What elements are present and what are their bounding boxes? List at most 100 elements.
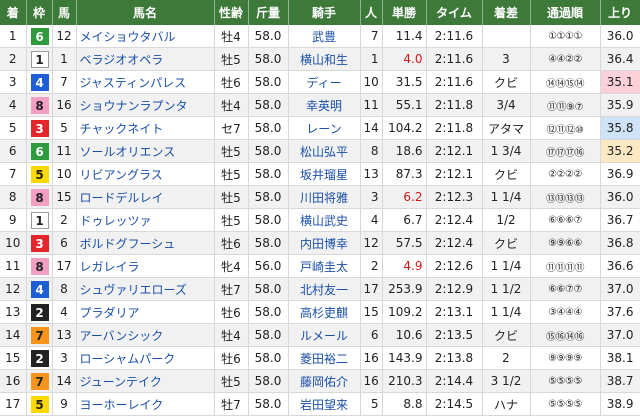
finish-cell: 13 <box>0 300 27 324</box>
header-passing[interactable]: 通過順 <box>530 0 601 25</box>
table-row: 2 1 1 ベラジオオペラ 牡5 58.0 横山和生 1 4.0 2:11.6 3 ④④②② 36.4 <box>0 47 640 71</box>
horse-name-link[interactable]: リビアングラス <box>76 162 215 186</box>
time-cell: 2:11.6 <box>426 47 483 71</box>
horse-name-link[interactable]: ヨーホーレイク <box>76 392 215 416</box>
header-weight[interactable]: 斤量 <box>248 0 289 25</box>
weight-cell: 58.0 <box>248 139 289 163</box>
last3f-cell: 36.4 <box>600 47 640 71</box>
jockey-name-link[interactable]: 武豊 <box>288 25 361 48</box>
horse-number-cell: 5 <box>52 116 77 140</box>
popularity-cell: 6 <box>360 323 383 347</box>
horse-name-link[interactable]: ジャスティンパレス <box>76 70 215 94</box>
horse-name-link[interactable]: チャックネイト <box>76 116 215 140</box>
odds-cell: 143.9 <box>382 346 427 370</box>
header-sex-age[interactable]: 性齢 <box>214 0 249 25</box>
time-cell: 2:12.4 <box>426 231 483 255</box>
jockey-name-link[interactable]: 菱田裕二 <box>288 346 361 370</box>
time-cell: 2:12.3 <box>426 185 483 209</box>
header-finish[interactable]: 着 <box>0 0 27 25</box>
last3f-cell: 36.6 <box>600 254 640 278</box>
table-row: 15 2 3 ローシャムパーク 牡6 58.0 菱田裕二 16 143.9 2:13.8 2 ⑨⑨⑨⑨… <box>0 346 640 370</box>
frame-badge: 8 <box>30 188 49 206</box>
popularity-cell: 16 <box>360 346 383 370</box>
jockey-name-link[interactable]: 横山和生 <box>288 47 361 71</box>
weight-cell: 58.0 <box>248 116 289 140</box>
sex-age-cell: 牡4 <box>214 323 249 347</box>
horse-name-link[interactable]: ジューンテイク <box>76 369 215 393</box>
jockey-name-link[interactable]: 横山武史 <box>288 208 361 232</box>
jockey-name-link[interactable]: 高杉吏麒 <box>288 300 361 324</box>
frame-cell: 5 <box>26 392 53 416</box>
margin-cell: 1 3/4 <box>482 139 531 163</box>
jockey-name-link[interactable]: 松山弘平 <box>288 139 361 163</box>
passing-order-cell: ⑪⑪⑨⑦ <box>530 93 601 117</box>
finish-cell: 4 <box>0 93 27 117</box>
sex-age-cell: 牡6 <box>214 231 249 255</box>
horse-number-cell: 3 <box>52 346 77 370</box>
frame-badge: 1 <box>30 211 49 229</box>
finish-cell: 8 <box>0 185 27 209</box>
passing-order-cell: ⑬⑬⑬⑬ <box>530 185 601 209</box>
weight-cell: 58.0 <box>248 185 289 209</box>
horse-name-link[interactable]: プラダリア <box>76 300 215 324</box>
header-frame[interactable]: 枠 <box>26 0 53 25</box>
popularity-cell: 11 <box>360 93 383 117</box>
passing-order-cell: ⑭⑭⑮⑭ <box>530 70 601 94</box>
horse-name-link[interactable]: ロードデルレイ <box>76 185 215 209</box>
table-row: 9 1 2 ドゥレッツァ 牡5 58.0 横山武史 4 6.7 2:12.4 1/2 ⑥⑥⑥⑦ 36.7 <box>0 208 640 232</box>
header-jockey[interactable]: 騎手 <box>288 0 361 25</box>
weight-cell: 58.0 <box>248 162 289 186</box>
weight-cell: 58.0 <box>248 208 289 232</box>
jockey-name-link[interactable]: ルメール <box>288 323 361 347</box>
jockey-name-link[interactable]: レーン <box>288 116 361 140</box>
horse-name-link[interactable]: ベラジオオペラ <box>76 47 215 71</box>
frame-badge: 3 <box>30 119 49 137</box>
horse-number-cell: 6 <box>52 231 77 255</box>
jockey-name-link[interactable]: 戸崎圭太 <box>288 254 361 278</box>
sex-age-cell: 牡7 <box>214 392 249 416</box>
horse-name-link[interactable]: レガレイラ <box>76 254 215 278</box>
horse-name-link[interactable]: ボルドグフーシュ <box>76 231 215 255</box>
margin-cell: クビ <box>482 162 531 186</box>
jockey-name-link[interactable]: 幸英明 <box>288 93 361 117</box>
popularity-cell: 1 <box>360 47 383 71</box>
horse-name-link[interactable]: シュヴァリエローズ <box>76 277 215 301</box>
odds-cell: 109.2 <box>382 300 427 324</box>
finish-cell: 12 <box>0 277 27 301</box>
last3f-cell: 38.1 <box>600 346 640 370</box>
passing-order-cell: ③④④④ <box>530 300 601 324</box>
header-odds[interactable]: 単勝 <box>382 0 427 25</box>
passing-order-cell: ⑥⑥⑥⑦ <box>530 208 601 232</box>
header-last3f[interactable]: 上り <box>600 0 640 25</box>
header-horse[interactable]: 馬名 <box>76 0 215 25</box>
table-row: 6 6 11 ソールオリエンス 牡5 58.0 松山弘平 8 18.6 2:12.1 1 3/4 ⑰⑰… <box>0 139 640 163</box>
horse-name-link[interactable]: メイショウタバル <box>76 25 215 48</box>
jockey-name-link[interactable]: 岩田望来 <box>288 392 361 416</box>
header-popularity[interactable]: 人 <box>360 0 383 25</box>
jockey-name-link[interactable]: ディー <box>288 70 361 94</box>
jockey-name-link[interactable]: 北村友一 <box>288 277 361 301</box>
sex-age-cell: 牡6 <box>214 346 249 370</box>
horse-name-link[interactable]: ドゥレッツァ <box>76 208 215 232</box>
odds-cell: 253.9 <box>382 277 427 301</box>
jockey-name-link[interactable]: 川田将雅 <box>288 185 361 209</box>
odds-cell: 4.9 <box>382 254 427 278</box>
sex-age-cell: 牡4 <box>214 25 249 48</box>
header-time[interactable]: タイム <box>426 0 483 25</box>
jockey-name-link[interactable]: 内田博幸 <box>288 231 361 255</box>
horse-name-link[interactable]: ショウナンラプンタ <box>76 93 215 117</box>
header-number[interactable]: 馬 <box>52 0 77 25</box>
horse-name-link[interactable]: ローシャムパーク <box>76 346 215 370</box>
horse-name-link[interactable]: ソールオリエンス <box>76 139 215 163</box>
finish-cell: 10 <box>0 231 27 255</box>
jockey-name-link[interactable]: 坂井瑠星 <box>288 162 361 186</box>
header-margin[interactable]: 着差 <box>482 0 531 25</box>
horse-name-link[interactable]: アーバンシック <box>76 323 215 347</box>
jockey-name-link[interactable]: 藤岡佑介 <box>288 369 361 393</box>
passing-order-cell: ⑮⑯⑭⑯ <box>530 323 601 347</box>
last3f-cell: 37.6 <box>600 300 640 324</box>
time-cell: 2:12.4 <box>426 208 483 232</box>
finish-cell: 2 <box>0 47 27 71</box>
horse-number-cell: 15 <box>52 185 77 209</box>
results-body: 1 6 12 メイショウタバル 牡4 58.0 武豊 7 11.4 2:11.6 ①①①① 36.0 2… <box>0 25 640 416</box>
